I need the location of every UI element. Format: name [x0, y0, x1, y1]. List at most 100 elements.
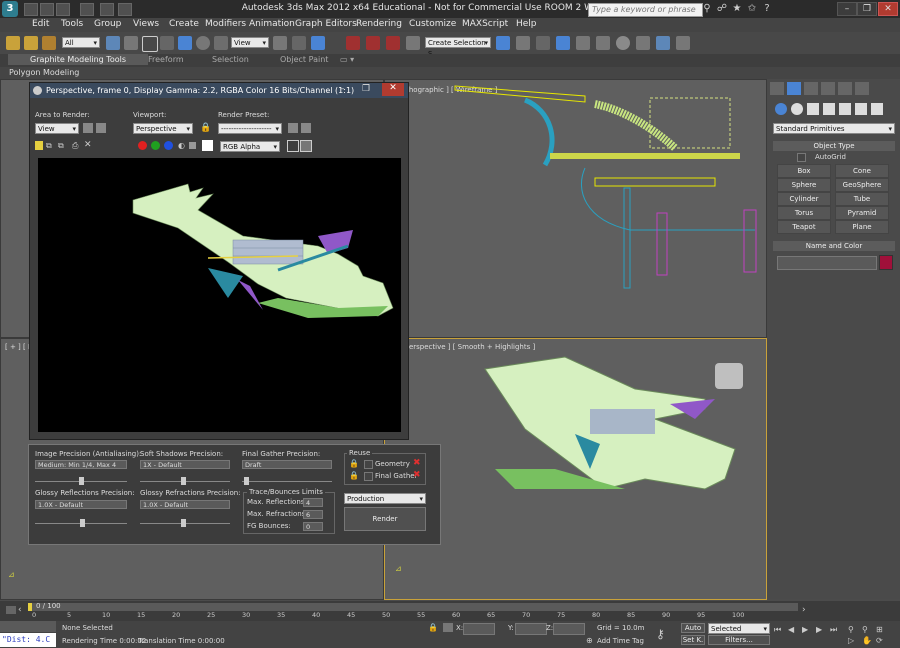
monochrome-icon[interactable] [189, 142, 196, 149]
zoom-icon[interactable]: ⚲ [848, 625, 854, 634]
timeline-prev-icon[interactable]: ‹ [18, 605, 22, 615]
green-channel-icon[interactable] [151, 141, 160, 150]
menu-views[interactable]: Views [133, 19, 159, 29]
image-precision-slider[interactable] [35, 477, 127, 485]
maxscript-listener[interactable]: "Dist: 4.C [0, 633, 56, 647]
reference-coordinate-dropdown[interactable]: View [231, 37, 269, 49]
render-preset-dropdown[interactable]: -------------------- [218, 123, 282, 135]
hierarchy-tab-icon[interactable] [804, 82, 818, 95]
select-by-name-icon[interactable] [124, 36, 138, 50]
key-filters-button[interactable]: Filters... [708, 635, 770, 645]
link-icon[interactable] [6, 36, 20, 50]
align-icon[interactable] [516, 36, 530, 50]
print-image-icon[interactable]: ⎙ [72, 141, 78, 151]
rendered-frame-window-icon[interactable] [656, 36, 670, 50]
ribbon-options-icon[interactable]: ▭ ▾ [340, 55, 354, 64]
selection-filter-dropdown[interactable]: All [62, 37, 100, 49]
select-scale-icon[interactable] [214, 36, 228, 50]
subscription-icon[interactable]: ☍ [716, 3, 728, 15]
auto-key-button[interactable]: Auto [681, 623, 705, 633]
percent-snap-icon[interactable] [366, 36, 380, 50]
select-rotate-icon[interactable] [196, 36, 210, 50]
render-button[interactable]: Render [344, 507, 426, 531]
x-coordinate-input[interactable] [463, 623, 495, 635]
final-gather-slider[interactable] [242, 477, 332, 485]
curve-editor-icon[interactable] [576, 36, 590, 50]
menu-modifiers[interactable]: Modifiers [205, 19, 246, 29]
time-tag-icon[interactable]: ⊕ [586, 636, 593, 645]
absolute-mode-icon[interactable] [443, 623, 453, 632]
cameras-category-icon[interactable] [823, 103, 835, 115]
zoom-all-icon[interactable]: ⚲ [862, 625, 868, 634]
tab-selection[interactable]: Selection [212, 55, 249, 64]
image-precision-value[interactable]: Medium: Min 1/4, Max 4 [35, 460, 127, 469]
viewport-dropdown[interactable]: Perspective [133, 123, 193, 135]
graphite-toggle-icon[interactable] [556, 36, 570, 50]
pivot-center-icon[interactable] [273, 36, 287, 50]
clone-window-icon[interactable]: ⧉ [58, 141, 64, 151]
swatch-icon[interactable] [202, 140, 213, 151]
goto-start-icon[interactable]: ⏮ [774, 625, 781, 635]
named-selection-dropdown[interactable]: Create Selection S [425, 37, 491, 58]
glossy-refractions-value[interactable]: 1.0X - Default [140, 500, 230, 509]
final-gather-value[interactable]: Draft [242, 460, 332, 469]
menu-rendering[interactable]: Rendering [356, 19, 402, 29]
tab-graphite-modeling-tools[interactable]: Graphite Modeling Tools [8, 54, 149, 65]
torus-button[interactable]: Torus [777, 206, 831, 220]
red-channel-icon[interactable] [138, 141, 147, 150]
tab-object-paint[interactable]: Object Paint [280, 55, 328, 64]
pan-icon[interactable]: ✋ [862, 636, 872, 645]
layer-manager-icon[interactable] [536, 36, 550, 50]
goto-end-icon[interactable]: ⏭ [830, 625, 837, 635]
help-icon[interactable]: ? [761, 3, 773, 15]
final-gather-checkbox[interactable] [364, 472, 373, 481]
keyboard-shortcut-override-icon[interactable] [311, 36, 325, 50]
timeline-next-icon[interactable]: › [802, 605, 806, 615]
geometry-lock-icon[interactable]: 🔒 [349, 459, 359, 468]
helpers-category-icon[interactable] [839, 103, 851, 115]
autogrid-checkbox[interactable] [797, 153, 806, 162]
copy-image-icon[interactable]: ⧉ [46, 141, 52, 151]
menu-create[interactable]: Create [169, 19, 199, 29]
name-and-color-header[interactable]: Name and Color [773, 241, 895, 251]
prev-frame-icon[interactable]: ◀ [788, 625, 794, 634]
spacewarps-category-icon[interactable] [855, 103, 867, 115]
glossy-refractions-slider[interactable] [140, 519, 230, 527]
menu-graph-editors[interactable]: Graph Editors [295, 19, 357, 29]
material-editor-icon[interactable] [616, 36, 630, 50]
area-to-render-dropdown[interactable]: View [35, 123, 79, 135]
rfw-close-button[interactable]: ✕ [382, 83, 404, 96]
zoom-extents-icon[interactable]: ⊞ [876, 625, 883, 634]
edit-named-selection-icon[interactable] [406, 36, 420, 50]
lights-category-icon[interactable] [807, 103, 819, 115]
mirror-icon[interactable] [496, 36, 510, 50]
key-icon[interactable]: ⚷ [656, 627, 665, 641]
timeline-toggle-icon[interactable] [6, 606, 16, 614]
utilities-tab-icon[interactable] [855, 82, 869, 95]
manipulate-icon[interactable] [292, 36, 306, 50]
geometry-checkbox[interactable] [364, 460, 373, 469]
time-slider-track[interactable]: 0 / 100 [28, 602, 798, 611]
minimize-button[interactable]: – [837, 2, 857, 16]
alpha-channel-icon[interactable]: ◐ [178, 141, 185, 150]
select-object-icon[interactable] [106, 36, 120, 50]
render-production-icon[interactable] [676, 36, 690, 50]
render-mode-dropdown[interactable]: Production [344, 493, 426, 505]
window-crossing-icon[interactable] [160, 36, 174, 50]
render-setup-icon[interactable] [288, 123, 298, 133]
schematic-view-icon[interactable] [596, 36, 610, 50]
z-coordinate-input[interactable] [553, 623, 585, 635]
render-setup-icon[interactable] [636, 36, 650, 50]
max-reflections-input[interactable]: 4 [303, 498, 323, 507]
final-gather-lock-icon[interactable]: 🔒 [349, 471, 359, 480]
tube-button[interactable]: Tube [835, 192, 889, 206]
orbit-icon[interactable]: ⟳ [876, 636, 883, 645]
pyramid-button[interactable]: Pyramid [835, 206, 889, 220]
menu-maxscript[interactable]: MAXScript [462, 19, 508, 29]
channel-display-dropdown[interactable]: RGB Alpha [220, 141, 280, 153]
rectangle-selection-icon[interactable] [142, 36, 158, 52]
viewport-top-right[interactable]: chographic ] [ Wireframe ] [384, 79, 767, 338]
selection-lock-icon[interactable]: 🔒 [428, 623, 438, 632]
final-gather-clear-icon[interactable]: ✖ [413, 470, 421, 480]
maximize-button[interactable]: ❐ [857, 2, 877, 16]
